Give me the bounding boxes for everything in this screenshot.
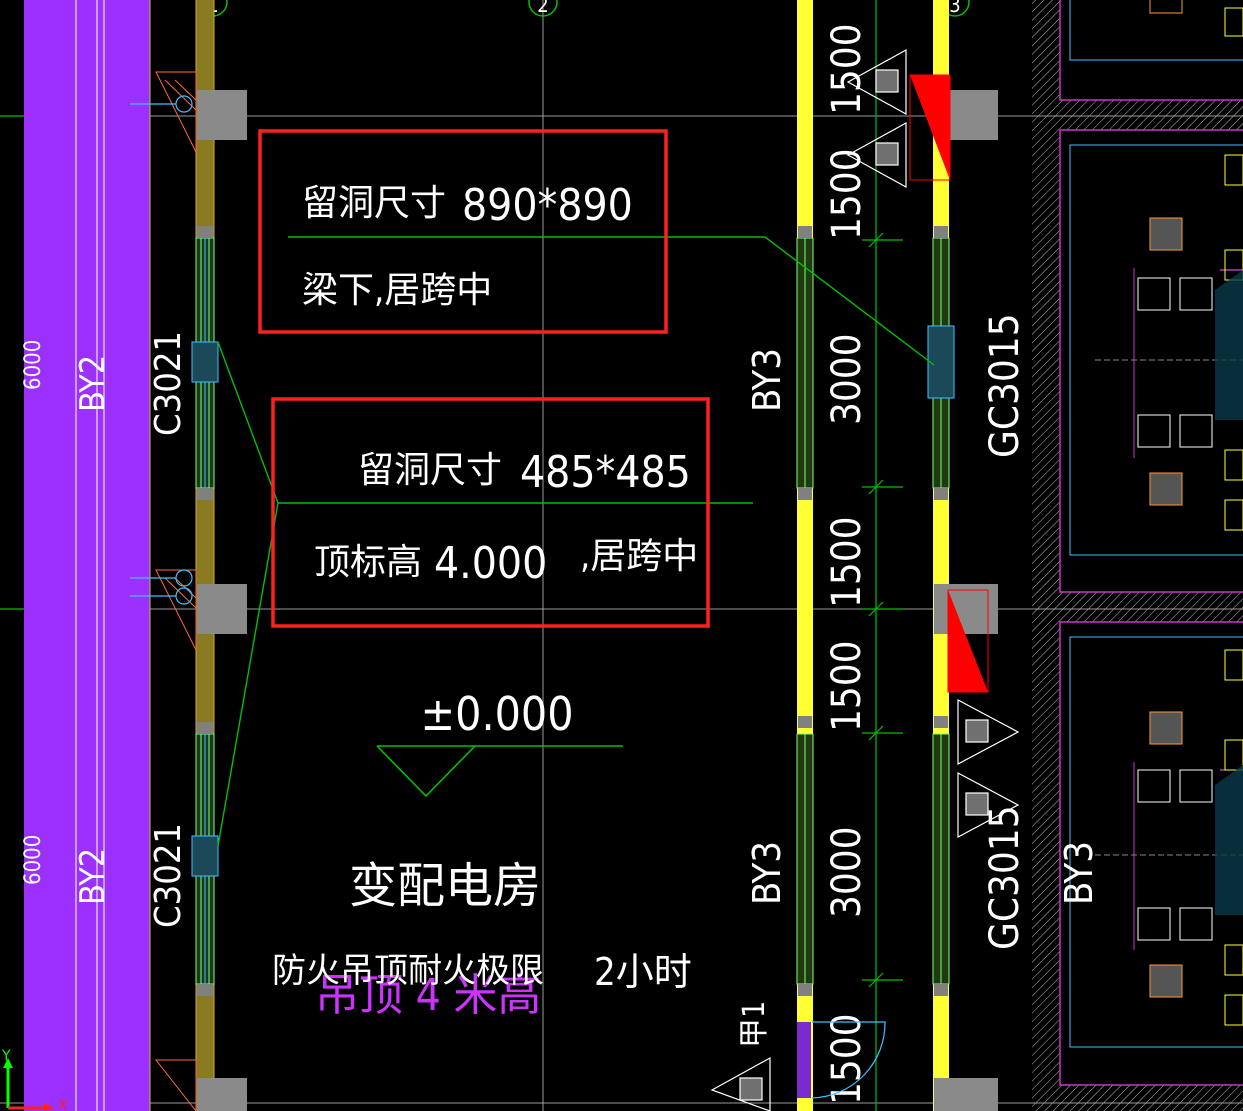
column: [197, 584, 247, 634]
right-window-marker: [927, 325, 955, 399]
middle-beam-label-top: BY3: [745, 348, 789, 412]
middle-beam-label-bottom: BY3: [745, 841, 789, 905]
left-window-label-top: C3021: [148, 331, 189, 436]
equipment-items: [1095, 0, 1243, 1026]
dim-label: 1500: [824, 1013, 870, 1105]
right-window-label-top: GC3015: [982, 313, 1028, 458]
opening-2-label: 留洞尺寸: [358, 450, 502, 491]
grid-label-2: 2: [537, 0, 548, 17]
dim-label: 3000: [824, 333, 870, 425]
column: [197, 1078, 247, 1111]
opening-1-note: 梁下,居跨中: [302, 270, 492, 311]
fire-rating-text: 防火吊顶耐火极限: [272, 951, 544, 991]
column: [948, 90, 998, 140]
opening-2-size: 485*485: [520, 447, 691, 498]
left-window-marker-bottom: [191, 835, 219, 877]
left-dimension-bottom: 6000: [21, 835, 46, 885]
ucs-x-label: X: [58, 1098, 68, 1111]
left-beam-label-bottom: BY2: [73, 848, 113, 905]
purple-band: [24, 0, 150, 1111]
equipment-room-outlines: [1059, 0, 1243, 1086]
right-window-label-bottom: GC3015: [982, 805, 1028, 950]
left-window-label-bottom: C3021: [148, 823, 189, 928]
door-label: 甲1: [737, 1001, 772, 1048]
opening-2-highlight-box: [271, 397, 710, 628]
opening-1-label: 留洞尺寸: [302, 183, 446, 224]
left-beam-label-top: BY2: [73, 355, 113, 412]
dim-label: 3000: [824, 826, 870, 918]
room-name: 变配电房: [349, 858, 541, 914]
grid-axis-bubbles: [198, 0, 970, 17]
opening-2-note: ,居跨中: [580, 536, 698, 577]
dim-label: 1500: [824, 23, 870, 115]
ucs-y-label: Y: [1, 1048, 11, 1064]
column: [934, 1078, 998, 1111]
cad-drawing: 1 2 3 6000 6000 BY2 BY2 C3021 C3021: [0, 0, 1243, 1111]
level-symbol: [376, 745, 623, 798]
dim-label: 1500: [824, 148, 870, 240]
dim-label: 1500: [824, 516, 870, 608]
opening-1-size: 890*890: [462, 180, 633, 231]
left-dimension-top: 6000: [21, 340, 46, 390]
fire-rating-hours: 2小时: [594, 950, 692, 994]
left-window-marker-top: [191, 341, 219, 383]
opening-2-elevation-value: 4.000: [434, 538, 547, 589]
column: [197, 90, 247, 140]
grid-label-3: 3: [949, 0, 960, 17]
leader-opening-2b: [217, 502, 279, 847]
floor-level-label: ±0.000: [420, 687, 573, 741]
dim-label: 1500: [824, 640, 870, 732]
right-beam-label: BY3: [1057, 841, 1101, 905]
opening-2-elevation-label: 顶标高: [314, 542, 422, 583]
